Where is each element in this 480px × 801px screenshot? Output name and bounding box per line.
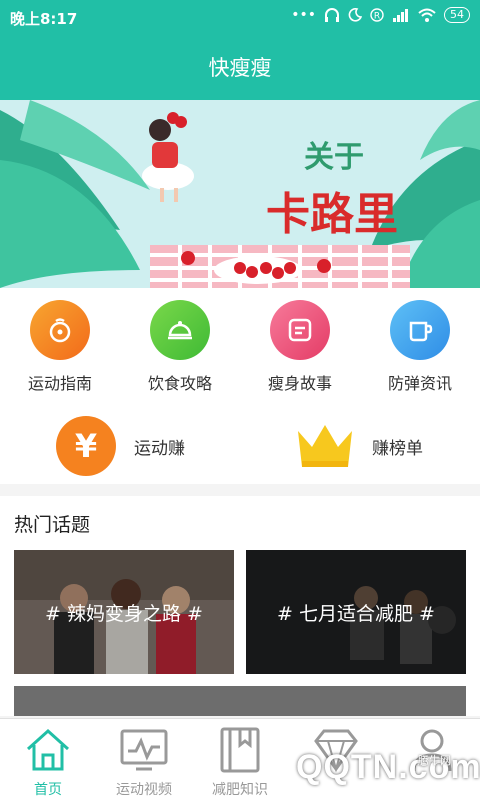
category-label: 防弹资讯 [387, 374, 452, 393]
category-diet-guide[interactable]: 饮食攻略 [120, 288, 240, 394]
note-icon [270, 300, 330, 360]
food-cover-icon [150, 300, 210, 360]
earn-label: 运动赚 [134, 438, 185, 459]
app-bar: 快瘦瘦 [0, 36, 480, 100]
topic-text: # 辣妈变身之路 # [45, 602, 203, 625]
status-icons: ••• R 54 [291, 7, 470, 23]
watermark: QQTN.com [296, 748, 480, 786]
hot-topics-section: 热门话题 # 辣妈变身之路 # # 七月适合减肥 # [0, 496, 480, 716]
tab-label: 减肥知识 [212, 782, 268, 798]
stopwatch-icon [30, 300, 90, 360]
topic-card[interactable]: # 辣妈变身之路 # [14, 550, 234, 674]
page-title: 快瘦瘦 [208, 56, 272, 80]
book-icon [220, 727, 260, 773]
moon-icon [348, 8, 362, 22]
category-sport-guide[interactable]: 运动指南 [0, 288, 120, 394]
registered-icon: R [370, 8, 384, 22]
yen-symbol: ¥ [75, 427, 97, 465]
leaderboard-label: 赚榜单 [372, 438, 423, 459]
headphones-icon [325, 8, 339, 22]
tab-label: 运动视频 [116, 782, 172, 798]
category-label: 瘦身故事 [267, 374, 332, 393]
tab-label: 首页 [34, 782, 62, 798]
category-label: 运动指南 [27, 374, 92, 393]
earn-button[interactable]: ¥ 运动赚 [56, 416, 185, 476]
category-bulletproof-news[interactable]: 防弹资讯 [360, 288, 480, 394]
battery-indicator: 54 [444, 7, 470, 23]
home-icon [26, 728, 70, 771]
svg-text:R: R [374, 12, 380, 22]
watermark-small: 腾牛网 [418, 754, 451, 767]
category-label: 饮食攻略 [147, 374, 212, 393]
video-monitor-icon [120, 729, 168, 771]
tab-home[interactable]: 首页 [0, 719, 96, 801]
status-bar: 晚上8:17 ••• R 54 [0, 0, 480, 36]
banner-title-line1: 关于 [304, 140, 364, 175]
topic-card-partial[interactable] [14, 686, 466, 716]
yen-coin-icon: ¥ [56, 416, 116, 476]
category-slim-story[interactable]: 瘦身故事 [240, 288, 360, 394]
banner-illustration [0, 100, 480, 288]
tab-videos[interactable]: 运动视频 [96, 719, 192, 801]
section-title: 热门话题 [14, 514, 91, 536]
category-grid: 运动指南 饮食攻略 瘦身故事 防弹资讯 ¥ 运动赚 赚榜单 [0, 288, 480, 484]
banner-title-line2: 卡路里 [266, 189, 398, 240]
crown-icon [298, 425, 352, 467]
signal-icon [393, 9, 408, 22]
tab-knowledge[interactable]: 减肥知识 [192, 719, 288, 801]
cup-icon [390, 300, 450, 360]
wifi-icon [418, 8, 436, 22]
banner[interactable]: 关于 卡路里 [0, 100, 480, 288]
status-time: 晚上8:17 [10, 10, 78, 28]
topic-text: # 七月适合减肥 # [277, 602, 435, 625]
leaderboard-button[interactable]: 赚榜单 [296, 416, 423, 476]
more-icon: ••• [291, 7, 316, 23]
topic-card[interactable]: # 七月适合减肥 # [246, 550, 466, 674]
